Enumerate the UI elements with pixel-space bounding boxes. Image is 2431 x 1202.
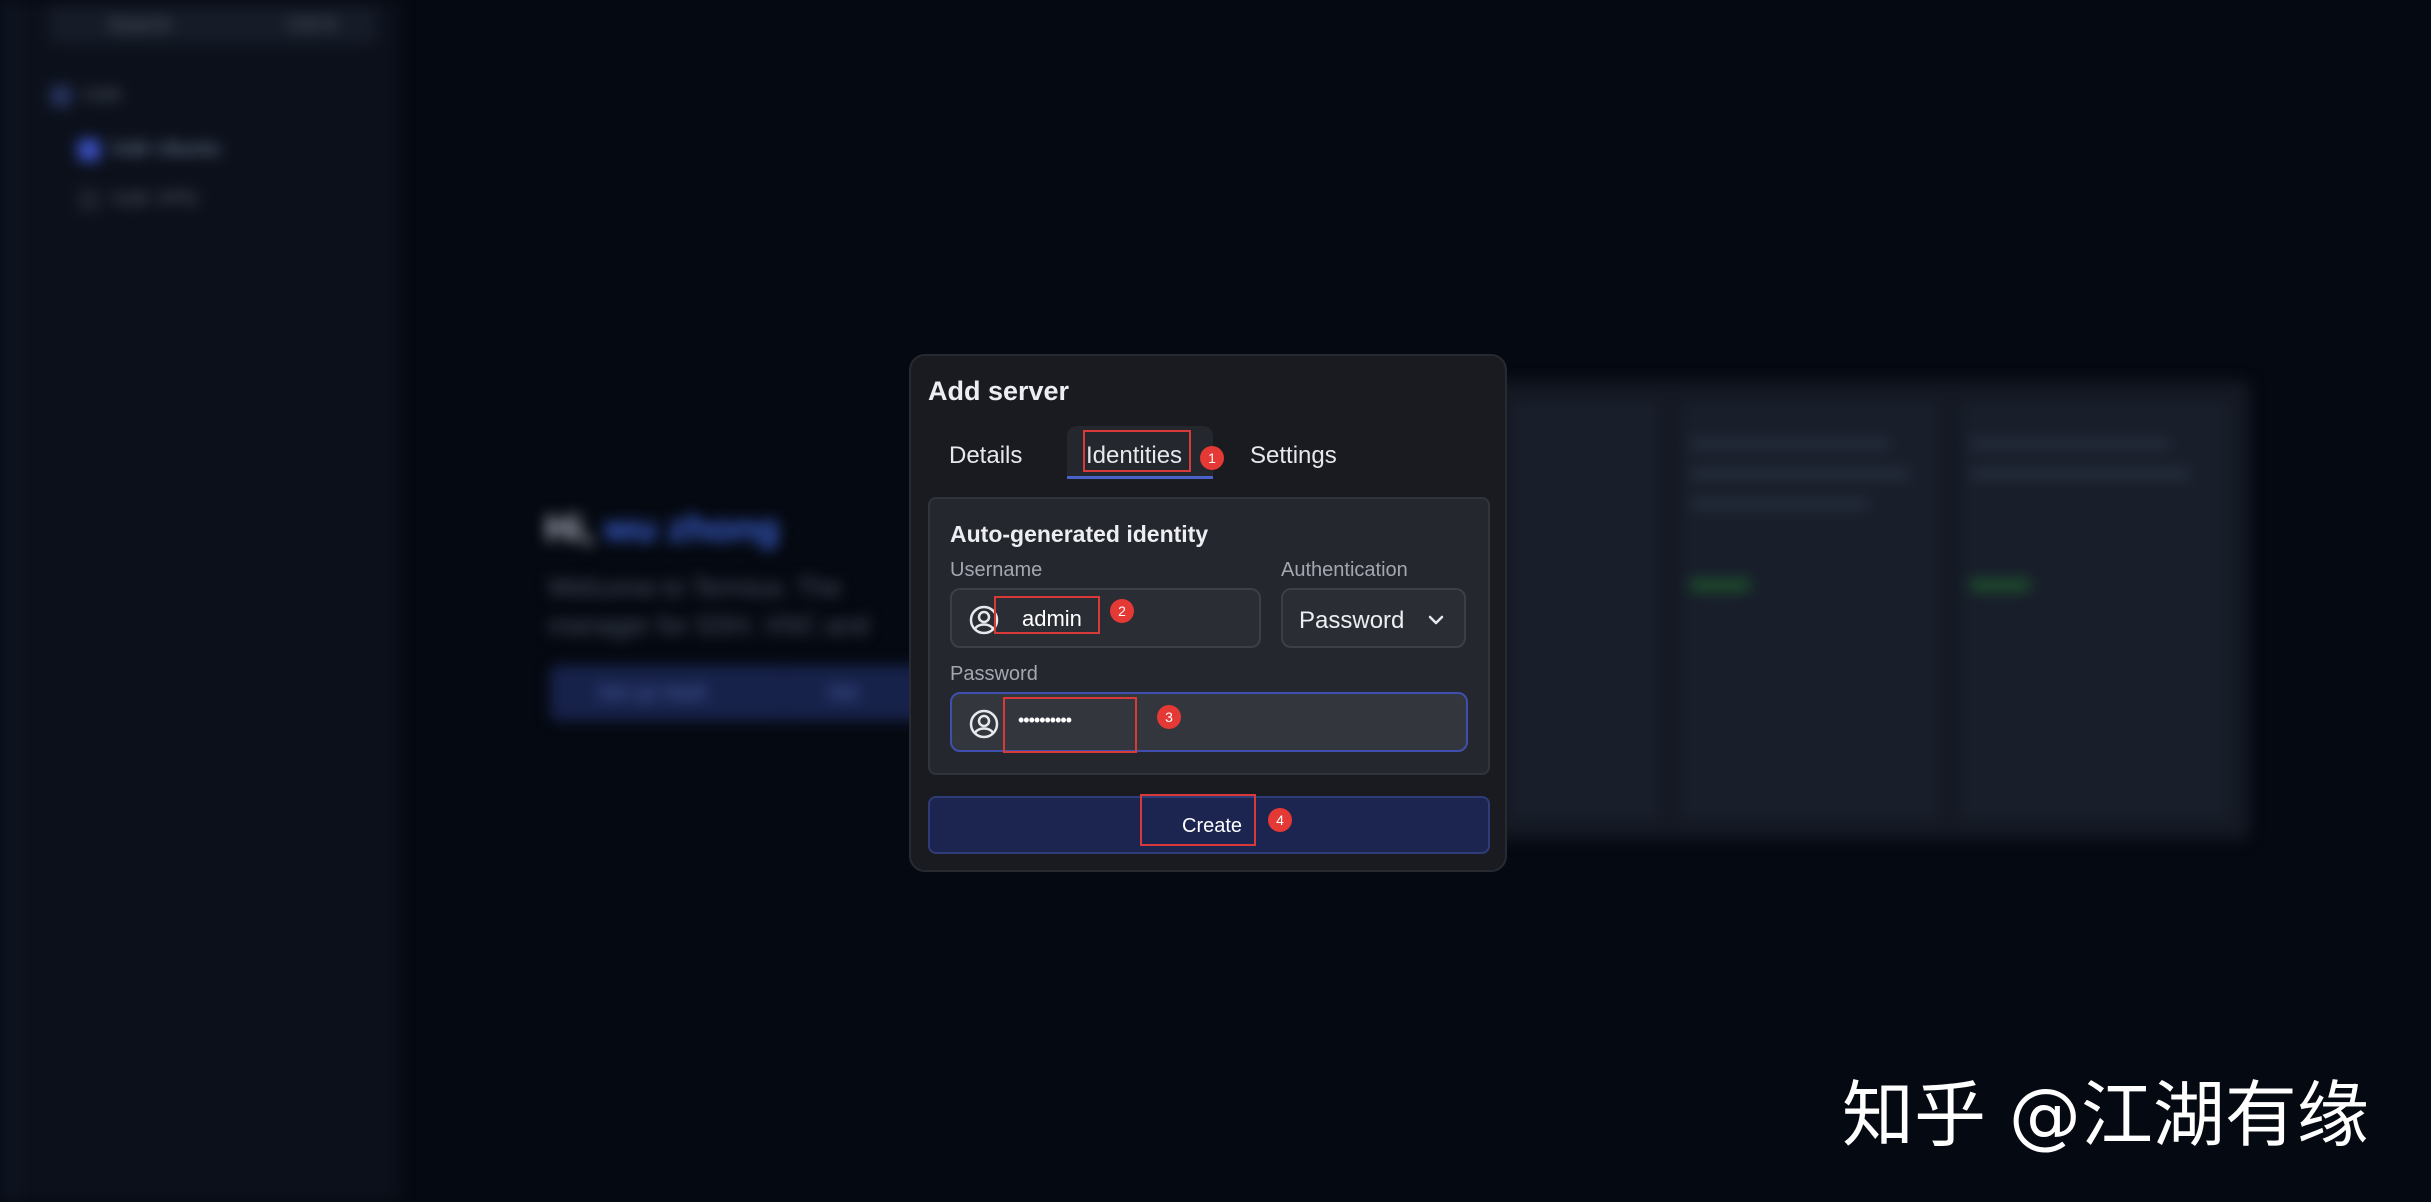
tab-settings[interactable]: Settings bbox=[1250, 442, 1337, 470]
annotation-badge: 1 bbox=[1200, 446, 1224, 470]
bg-tree-item: Vultr bbox=[50, 84, 122, 107]
dialog-title: Add server bbox=[928, 376, 1070, 406]
bg-welcome: Welcome to Termius. The manager for SSH, … bbox=[548, 572, 869, 640]
identity-panel: Auto-generated identity Username admin 2… bbox=[928, 497, 1490, 775]
bg-greeting: Hi, wu zhong bbox=[545, 508, 780, 550]
bg-tree-item: Vultr VPN bbox=[78, 188, 197, 211]
highlight-box bbox=[994, 596, 1100, 634]
panel-title: Auto-generated identity bbox=[950, 521, 1209, 547]
add-server-dialog: Add server Details Identities Settings 1… bbox=[909, 354, 1507, 872]
active-tab-indicator bbox=[1067, 476, 1213, 479]
authentication-label: Authentication bbox=[1281, 559, 1408, 581]
user-circle-icon bbox=[969, 709, 999, 739]
tab-details[interactable]: Details bbox=[949, 442, 1022, 470]
authentication-select[interactable]: Password bbox=[1281, 588, 1466, 648]
annotation-badge: 3 bbox=[1157, 705, 1181, 729]
username-label: Username bbox=[950, 559, 1043, 581]
annotation-badge: 4 bbox=[1268, 808, 1292, 832]
highlight-box bbox=[1083, 430, 1191, 472]
annotation-badge: 2 bbox=[1110, 599, 1134, 623]
bg-button: Set up Vault bbox=[550, 665, 788, 721]
password-label: Password bbox=[950, 663, 1038, 685]
bg-preview bbox=[1490, 380, 2250, 840]
bg-tree-item: Vultr Ubuntu bbox=[78, 138, 220, 161]
bg-sidebar bbox=[0, 0, 400, 1202]
authentication-value: Password bbox=[1299, 607, 1405, 634]
watermark: 知乎 @江湖有缘 bbox=[1842, 1073, 2369, 1157]
bg-rail bbox=[0, 0, 20, 1202]
highlight-box bbox=[1140, 794, 1256, 846]
bg-search: Search Ctrl K bbox=[48, 6, 378, 44]
highlight-box bbox=[1003, 697, 1137, 753]
chevron-down-icon bbox=[1428, 615, 1444, 625]
